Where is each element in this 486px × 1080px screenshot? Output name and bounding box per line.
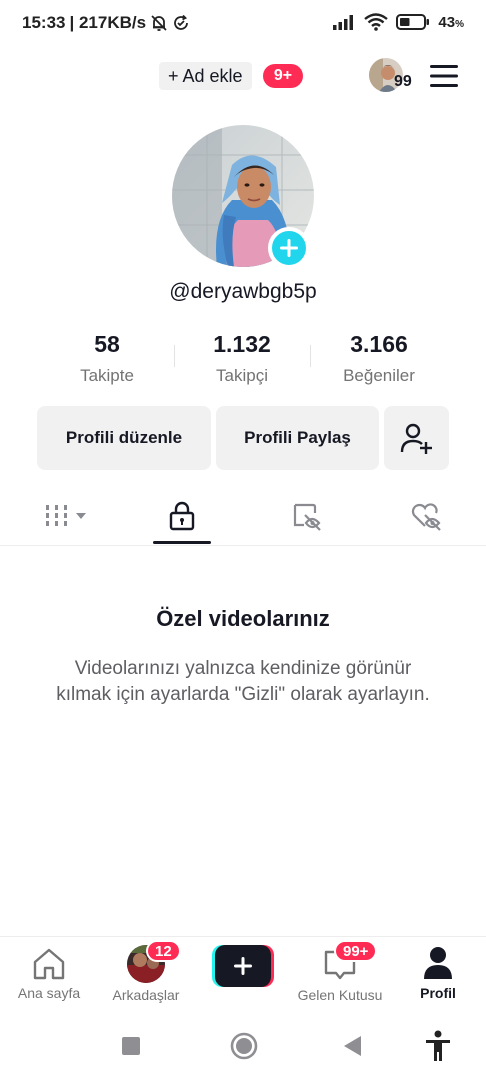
stat-followers-value: 1.132 <box>213 331 271 357</box>
stat-likes-label: Beğeniler <box>343 366 415 385</box>
share-profile-button[interactable]: Profili Paylaş <box>216 406 379 470</box>
home-button[interactable] <box>230 1032 258 1060</box>
profile-header: + Ad ekle 9+ 99 <box>0 56 486 96</box>
accessibility-icon[interactable] <box>425 1030 451 1062</box>
nav-profile-label: Profil <box>420 985 456 1001</box>
stat-followers[interactable]: 1.132 Takipçi <box>172 331 312 386</box>
nav-home-label: Ana sayfa <box>17 985 81 1001</box>
status-right: 43% <box>332 13 464 31</box>
status-time: 15:33 <box>22 13 66 32</box>
tab-private[interactable] <box>160 500 204 532</box>
add-friend-button[interactable] <box>384 406 449 470</box>
add-user-icon <box>400 423 432 454</box>
grid-icon <box>46 505 86 526</box>
menu-icon[interactable] <box>429 64 459 88</box>
bell-off-icon <box>151 15 167 31</box>
empty-state-title: Özel videolarınız <box>156 606 330 631</box>
nav-home[interactable]: Ana sayfa <box>14 937 84 1011</box>
lock-icon <box>169 501 195 531</box>
tagged-icon <box>293 503 321 531</box>
story-count: 99 <box>394 73 412 90</box>
add-story-button[interactable] <box>268 227 310 269</box>
network-speed: | 217KB/s <box>69 13 147 32</box>
create-button[interactable] <box>212 945 274 987</box>
empty-state-description: Videolarınızı yalnızca kendinize görünür… <box>56 658 430 705</box>
stat-following[interactable]: 58 Takipte <box>37 331 177 386</box>
profile-avatar-wrap <box>172 125 314 269</box>
nav-profile[interactable]: Profil <box>412 937 464 1011</box>
tab-reposts[interactable] <box>284 500 328 532</box>
create-icon <box>212 945 274 987</box>
plus-icon <box>280 239 298 257</box>
recents-button[interactable] <box>121 1036 141 1056</box>
battery-icon <box>396 14 430 30</box>
bottom-nav: Ana sayfa Arkadaşlar 12 Gelen Kutusu 99+… <box>0 936 486 1010</box>
friends-badge: 12 <box>146 940 181 962</box>
profile-stats: 58 Takipte 1.132 Takipçi 3.166 Beğeniler <box>0 331 486 391</box>
stat-likes-value: 3.166 <box>350 331 408 357</box>
tab-videos[interactable] <box>42 500 90 532</box>
username: @deryawbgb5p <box>169 280 317 303</box>
status-bar: 15:33 | 217KB/s 43% <box>0 0 486 48</box>
content-tabs <box>0 490 486 546</box>
back-button[interactable] <box>342 1035 362 1057</box>
stat-following-label: Takipte <box>80 366 134 385</box>
sync-icon <box>174 14 188 30</box>
tab-liked[interactable] <box>404 500 448 532</box>
stat-followers-label: Takipçi <box>216 366 268 385</box>
add-account-label: + Ad ekle <box>168 65 243 86</box>
wifi-icon <box>364 13 389 31</box>
profile-icon <box>424 947 452 979</box>
nav-inbox[interactable]: Gelen Kutusu 99+ <box>292 937 388 1011</box>
status-left: 15:33 | 217KB/s <box>22 13 190 33</box>
edit-profile-button[interactable]: Profili düzenle <box>37 406 211 470</box>
add-account-badge: 9+ <box>263 64 303 88</box>
home-icon <box>33 948 65 980</box>
inbox-badge: 99+ <box>334 940 378 962</box>
battery-percent: 43% <box>438 13 464 31</box>
active-tab-indicator <box>153 541 211 544</box>
stat-following-value: 58 <box>94 331 120 357</box>
signal-icon <box>333 15 354 30</box>
nav-friends-label: Arkadaşlar <box>112 987 180 1003</box>
nav-inbox-label: Gelen Kutusu <box>297 987 383 1003</box>
stat-likes[interactable]: 3.166 Beğeniler <box>309 331 449 386</box>
liked-hidden-icon <box>411 503 441 531</box>
system-nav-bar <box>0 1010 486 1080</box>
add-account-button[interactable]: + Ad ekle <box>159 62 252 90</box>
nav-friends[interactable]: Arkadaşlar 12 <box>106 937 186 1011</box>
